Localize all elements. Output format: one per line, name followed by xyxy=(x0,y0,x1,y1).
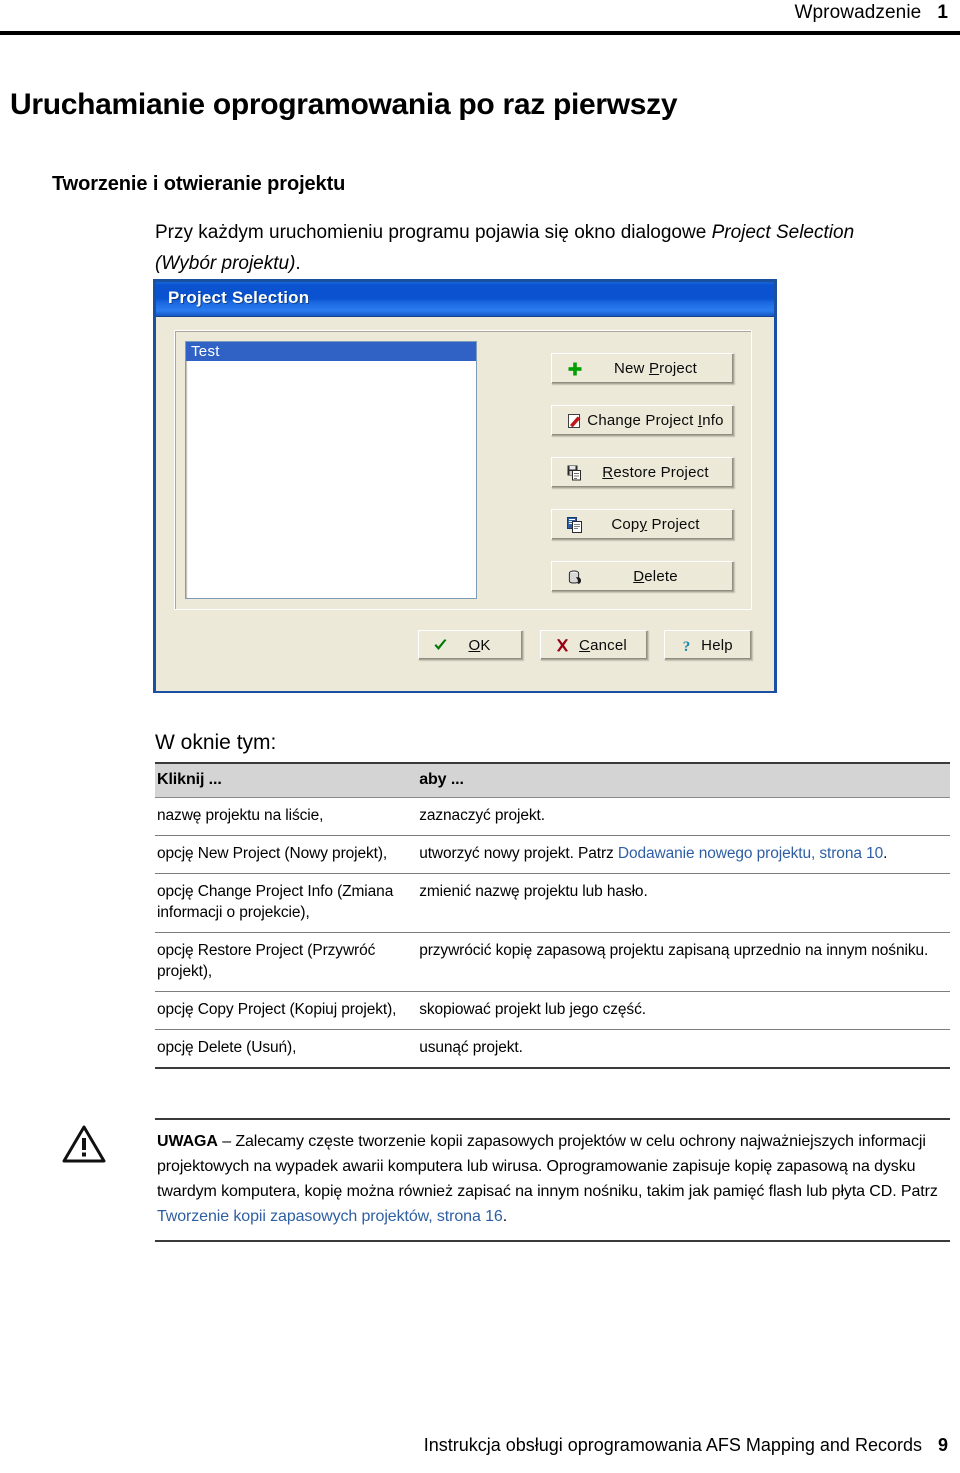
copy-icon xyxy=(566,516,584,534)
table-row: opcję Restore Project (Przywróć projekt)… xyxy=(155,932,950,992)
result-text: skopiować projekt lub jego część. xyxy=(419,1001,646,1018)
caution-body-after: . xyxy=(502,1208,508,1225)
section-heading: Tworzenie i otwieranie projektu xyxy=(52,172,346,195)
caution-note: UWAGA – Zalecamy częste tworzenie kopii … xyxy=(155,1118,950,1242)
table-header-action: Kliknij ... xyxy=(155,762,418,798)
page-footer: Instrukcja obsługi oprogramowania AFS Ma… xyxy=(0,1435,960,1465)
dialog-title: Project Selection xyxy=(168,288,310,307)
running-head-label: Wprowadzenie xyxy=(794,2,922,23)
change-project-info-button[interactable]: Change Project Info xyxy=(551,405,734,436)
project-selection-dialog: Project Selection Test New Project Chang… xyxy=(153,279,777,693)
cross-reference-link[interactable]: Dodawanie nowego projektu, strona 10 xyxy=(618,845,883,862)
check-icon xyxy=(431,636,449,654)
intro-text-before: Przy każdym uruchomieniu programu pojawi… xyxy=(155,222,712,243)
label-post: Project xyxy=(647,516,700,533)
svg-text:?: ? xyxy=(682,639,690,653)
result-text: usunąć projekt. xyxy=(419,1039,523,1056)
restore-project-button[interactable]: Restore Project xyxy=(551,457,734,488)
list-item[interactable]: Test xyxy=(186,342,476,361)
label-pre: New xyxy=(613,360,649,377)
label-post: elete xyxy=(644,568,678,585)
label-accelerator: O xyxy=(468,636,481,654)
page-header: Wprowadzenie 1 xyxy=(0,0,960,40)
table-cell-result: zmienić nazwę projektu lub hasło. xyxy=(417,873,950,933)
intro-text-after: . xyxy=(295,253,301,274)
table-row: opcję Copy Project (Kopiuj projekt), sko… xyxy=(155,991,950,1030)
table-cell-result: usunąć projekt. xyxy=(417,1029,950,1069)
caution-lead: UWAGA xyxy=(157,1133,218,1150)
plus-icon xyxy=(566,360,584,378)
label-post: nfo xyxy=(702,412,724,429)
result-text: przywrócić kopię zapasową projektu zapis… xyxy=(419,942,929,959)
question-icon: ? xyxy=(677,636,695,654)
footer-page-number: 9 xyxy=(937,1435,948,1455)
caution-body-before: – Zalecamy częste tworzenie kopii zapaso… xyxy=(157,1133,938,1200)
cancel-button[interactable]: Cancel xyxy=(540,630,648,660)
table-row: opcję New Project (Nowy projekt), utworz… xyxy=(155,835,950,874)
table-header-row: Kliknij ... aby ... xyxy=(155,762,950,798)
table-row: nazwę projektu na liście, zaznaczyć proj… xyxy=(155,797,950,836)
delete-button[interactable]: Delete xyxy=(551,561,734,592)
result-tail: . xyxy=(883,845,888,862)
label-pre: Cop xyxy=(611,516,640,533)
table-cell-action: opcję Change Project Info (Zmiana inform… xyxy=(155,873,418,933)
table-cell-result: skopiować projekt lub jego część. xyxy=(417,991,950,1030)
label-post: ancel xyxy=(590,636,627,654)
table-header-result: aby ... xyxy=(417,762,950,798)
label-accelerator: D xyxy=(633,568,645,585)
options-table: Kliknij ... aby ... nazwę projektu na li… xyxy=(155,762,950,1069)
label-pre: Help xyxy=(701,636,733,654)
table-row: opcję Change Project Info (Zmiana inform… xyxy=(155,873,950,933)
label-accelerator: P xyxy=(648,360,660,377)
caution-rule-bottom xyxy=(155,1240,950,1242)
dialog-body: Test New Project Change Project Info Res… xyxy=(156,317,774,691)
label-post: roject xyxy=(659,360,698,377)
dialog-titlebar: Project Selection xyxy=(156,282,774,317)
table-cell-action: nazwę projektu na liście, xyxy=(155,797,418,836)
label-post: K xyxy=(480,636,491,654)
table-cell-result: utworzyć nowy projekt. Patrz Dodawanie n… xyxy=(417,835,950,874)
table-cell-action: opcję New Project (Nowy projekt), xyxy=(155,835,418,874)
header-rule xyxy=(0,31,960,35)
new-project-button[interactable]: New Project xyxy=(551,353,734,384)
change-info-icon xyxy=(566,412,584,430)
table-cell-action: opcję Restore Project (Przywróć projekt)… xyxy=(155,932,418,992)
result-text: zaznaczyć projekt. xyxy=(419,807,545,824)
caution-text: UWAGA – Zalecamy częste tworzenie kopii … xyxy=(155,1120,950,1240)
footer-text: Instrukcja obsługi oprogramowania AFS Ma… xyxy=(424,1435,948,1456)
table-cell-result: zaznaczyć projekt. xyxy=(417,797,950,836)
page-title: Uruchamianie oprogramowania po raz pierw… xyxy=(10,88,678,122)
trash-icon xyxy=(566,568,584,586)
result-text: utworzyć nowy projekt. Patrz xyxy=(419,845,618,862)
intro-paragraph: Przy każdym uruchomieniu programu pojawi… xyxy=(155,217,855,279)
running-head-page-number: 1 xyxy=(937,2,948,23)
footer-title: Instrukcja obsługi oprogramowania AFS Ma… xyxy=(423,1435,922,1455)
project-list[interactable]: Test xyxy=(185,341,477,599)
table-intro-text: W oknie tym: xyxy=(155,731,277,754)
label-post: estore Project xyxy=(613,464,709,481)
label-accelerator: C xyxy=(579,636,591,654)
help-button[interactable]: ? Help xyxy=(664,630,752,660)
table-row: opcję Delete (Usuń), usunąć projekt. xyxy=(155,1029,950,1069)
ok-button[interactable]: OK xyxy=(418,630,523,660)
table-cell-result: przywrócić kopię zapasową projektu zapis… xyxy=(417,932,950,992)
result-text: zmienić nazwę projektu lub hasło. xyxy=(419,883,648,900)
label-accelerator: R xyxy=(602,464,614,481)
running-head: Wprowadzenie 1 xyxy=(794,2,948,24)
cross-icon xyxy=(553,636,571,654)
table-cell-action: opcję Copy Project (Kopiuj projekt), xyxy=(155,991,418,1030)
cross-reference-link[interactable]: Tworzenie kopii zapasowych projektów, st… xyxy=(157,1208,503,1225)
warning-triangle-icon xyxy=(62,1124,106,1164)
label-pre: Change Project xyxy=(587,412,698,429)
table-cell-action: opcję Delete (Usuń), xyxy=(155,1029,418,1069)
dialog-groupbox: Test New Project Change Project Info Res… xyxy=(174,330,752,610)
copy-project-button[interactable]: Copy Project xyxy=(551,509,734,540)
restore-icon xyxy=(566,464,584,482)
